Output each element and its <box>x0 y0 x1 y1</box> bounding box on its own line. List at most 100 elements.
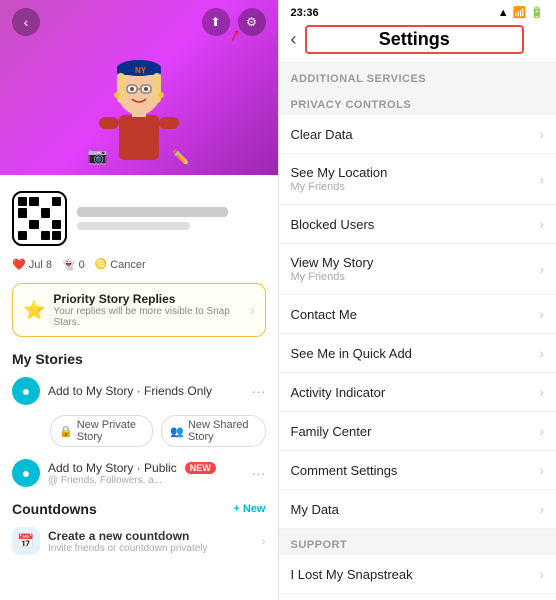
blocked-users-label: Blocked Users <box>291 217 540 232</box>
back-button[interactable]: ‹ <box>12 8 40 36</box>
new-private-story-btn[interactable]: 🔒 New Private Story <box>50 415 153 447</box>
quick-add-chevron: › <box>539 345 544 361</box>
avatar: NY <box>84 40 194 170</box>
right-back-button[interactable]: ‹ <box>291 29 297 50</box>
story-sub-public: @ Friends, Followers, a... <box>48 475 244 486</box>
new-private-story-label: New Private Story <box>77 419 145 443</box>
countdowns-title: Countdowns <box>12 501 97 517</box>
snapstreak-chevron: › <box>539 566 544 582</box>
right-header: ‹ Settings <box>279 19 556 63</box>
upload-icon: ⬆ <box>210 15 220 29</box>
profile-header: ‹ ⬆ ⚙ ↑ <box>0 0 278 175</box>
countdown-item[interactable]: 📅 Create a new countdown Invite friends … <box>0 521 278 561</box>
countdown-sub: Invite friends or countdown privately <box>48 543 254 554</box>
story-icon-friends: ● <box>12 377 40 405</box>
quick-add-label: See Me in Quick Add <box>291 346 540 361</box>
username-line1 <box>77 207 228 217</box>
settings-item-contact-me[interactable]: Contact Me › <box>279 295 556 334</box>
svg-text:NY: NY <box>135 66 147 75</box>
right-panel: 23:36 ▲ 📶 🔋 ‹ Settings ADDITIONAL SERVIC… <box>279 0 556 600</box>
my-location-label: See My Location <box>291 165 540 180</box>
new-badge: NEW <box>185 462 216 474</box>
view-story-chevron: › <box>539 261 544 277</box>
family-center-chevron: › <box>539 423 544 439</box>
right-status-bar: 23:36 ▲ 📶 🔋 <box>279 0 556 19</box>
priority-title: Priority Story Replies <box>53 292 241 306</box>
blocked-users-chevron: › <box>539 216 544 232</box>
edit-icon[interactable]: ✏️ <box>172 149 189 166</box>
story-item-public[interactable]: ● Add to My Story · Public NEW @ Friends… <box>0 453 278 493</box>
camera-icon[interactable]: 📷 <box>88 146 108 166</box>
settings-item-view-story[interactable]: View My Story My Friends › <box>279 244 556 295</box>
circle-story-icon2: ● <box>22 465 30 481</box>
settings-item-my-location[interactable]: See My Location My Friends › <box>279 154 556 205</box>
people-icon: 👥 <box>170 425 184 438</box>
heart-icon: ❤️ <box>12 258 26 271</box>
contact-me-label: Contact Me <box>291 307 540 322</box>
settings-item-activity-indicator[interactable]: Activity Indicator › <box>279 373 556 412</box>
stat-zodiac-value: Cancer <box>110 259 145 271</box>
settings-item-comment-settings[interactable]: Comment Settings › <box>279 451 556 490</box>
priority-text: Priority Story Replies Your replies will… <box>53 292 241 328</box>
circle-story-icon: ● <box>22 383 30 399</box>
clear-data-chevron: › <box>539 126 544 142</box>
new-countdown-btn[interactable]: + New <box>233 503 265 515</box>
countdowns-header: Countdowns + New <box>0 493 278 521</box>
clear-data-label: Clear Data <box>291 127 540 142</box>
story-dots-menu[interactable]: ··· <box>252 383 266 399</box>
my-stories-title: My Stories <box>0 343 278 371</box>
stat-snaps-value: 0 <box>79 259 85 271</box>
location-icon: ▲ <box>498 7 509 19</box>
stat-zodiac: ♋ Cancer <box>95 259 146 271</box>
story-label-public: Add to My Story · Public <box>48 461 177 475</box>
activity-indicator-chevron: › <box>539 384 544 400</box>
countdown-arrow: › <box>262 534 266 548</box>
gear-icon: ⚙ <box>246 15 257 29</box>
upload-button[interactable]: ⬆ <box>202 8 230 36</box>
story-sub-row: 🔒 New Private Story 👥 New Shared Story <box>0 411 278 453</box>
contact-me-chevron: › <box>539 306 544 322</box>
stat-date: ❤️ Jul 8 <box>12 258 52 271</box>
battery-icon: 🔋 <box>530 6 544 19</box>
my-data-label: My Data <box>291 502 540 517</box>
zodiac-icon: ♋ <box>95 259 107 270</box>
wifi-icon: 📶 <box>513 6 527 19</box>
lock-icon: 🔒 <box>59 425 73 438</box>
settings-item-family-center[interactable]: Family Center › <box>279 412 556 451</box>
right-status-icons: ▲ 📶 🔋 <box>498 6 544 19</box>
username-area <box>77 207 266 230</box>
countdown-icon: 📅 <box>12 527 40 555</box>
settings-item-need-help[interactable]: I Need Help › <box>279 594 556 600</box>
story-icon-public: ● <box>12 459 40 487</box>
snapcode <box>12 191 67 246</box>
priority-subtitle: Your replies will be more visible to Sna… <box>53 306 241 328</box>
settings-title: Settings <box>305 25 525 54</box>
priority-card[interactable]: ⭐ Priority Story Replies Your replies wi… <box>12 283 266 337</box>
family-center-label: Family Center <box>291 424 540 439</box>
profile-info: ❤️ Jul 8 👻 0 ♋ Cancer <box>0 175 278 283</box>
settings-item-snapstreak[interactable]: I Lost My Snapstreak › <box>279 555 556 594</box>
settings-item-blocked-users[interactable]: Blocked Users › <box>279 205 556 244</box>
story-label-friends: Add to My Story · Friends Only <box>48 384 244 398</box>
additional-services-header: ADDITIONAL SERVICES <box>279 63 556 89</box>
settings-item-clear-data[interactable]: Clear Data › <box>279 115 556 154</box>
right-status-time: 23:36 <box>291 7 319 19</box>
left-panel: ‹ ⬆ ⚙ ↑ <box>0 0 278 600</box>
new-shared-story-label: New Shared Story <box>188 419 257 443</box>
comment-settings-label: Comment Settings <box>291 463 540 478</box>
username-line2 <box>77 222 190 230</box>
settings-item-my-data[interactable]: My Data › <box>279 490 556 529</box>
countdown-title: Create a new countdown <box>48 529 254 543</box>
view-story-label: View My Story <box>291 255 540 270</box>
support-header: SUPPORT <box>279 529 556 555</box>
star-icon: ⭐ <box>23 300 45 321</box>
avatar-container: NY <box>84 40 194 170</box>
settings-item-quick-add[interactable]: See Me in Quick Add › <box>279 334 556 373</box>
profile-stats: ❤️ Jul 8 👻 0 ♋ Cancer <box>12 254 266 275</box>
new-shared-story-btn[interactable]: 👥 New Shared Story <box>161 415 265 447</box>
story-public-dots-menu[interactable]: ··· <box>252 465 266 481</box>
story-item-friends-only[interactable]: ● Add to My Story · Friends Only ··· <box>0 371 278 411</box>
snap-icon: 👻 <box>62 258 76 271</box>
view-story-sub: My Friends <box>291 271 540 283</box>
stat-date-value: Jul 8 <box>29 259 52 271</box>
